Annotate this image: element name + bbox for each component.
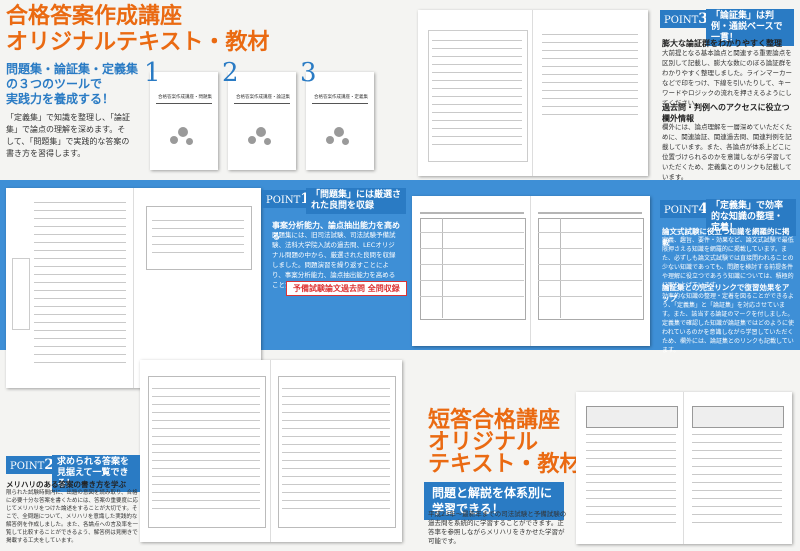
flower-icon [334, 127, 344, 137]
point-2-body: 限られた試験時間内に、出題の意図を読み取り、合格に必要十分な答案を書くためには、… [6, 490, 139, 544]
flower-icon [264, 138, 271, 145]
cover-book-3: 3 合格答案作成講座・定義集 [300, 58, 374, 170]
point-3-body1: 大前提となる基本論点と関連する重要論点を区別して記載し、膨大な数にのぼる論証群を… [662, 49, 792, 107]
cover-title: 合格答案作成講座・論証集 [236, 95, 290, 100]
cover-number: 2 [222, 58, 239, 88]
mondai-spread [6, 188, 261, 388]
tanto-box-line1: 問題と解説を体系別に [432, 486, 553, 500]
cover-title: 合格答案作成講座・問題集 [158, 95, 212, 100]
flower-icon [256, 127, 266, 137]
tanto-title-line3: テキスト・教材 [428, 452, 582, 477]
point-1-red-tag: 予備試験論文過去問 全問収録 [286, 281, 407, 296]
flower-icon [326, 136, 334, 144]
ronsho-spread [418, 10, 648, 176]
point-1-head: 「問題集」には厳選された良問を収録 [306, 188, 406, 214]
kaito-spread [140, 360, 402, 542]
flower-icon [186, 138, 193, 145]
main-title-line2: オリジナルテキスト・教材 [6, 30, 270, 55]
flower-icon [342, 138, 349, 145]
cover-book-1: 1 合格答案作成講座・問題集 [144, 58, 218, 170]
point-2-tag: POINT2 [6, 456, 59, 474]
flower-icon [178, 127, 188, 137]
point-3-lead2: 過去問・判例へのアクセスに役立つ欄外情報 [662, 103, 790, 123]
cover-title: 合格答案作成講座・定義集 [314, 95, 368, 100]
subhead-line1: 問題集・論証集・定義集 [6, 62, 139, 76]
point-4-body2: 効率的な知識の整理・定着を図ることができるよう、「定義集」と「論証集」を対応させ… [662, 293, 795, 354]
tanto-spread [576, 392, 792, 544]
flower-icon [170, 136, 178, 144]
point-3-tag: POINT3 [660, 10, 713, 28]
intro-body: 「定義集」で知識を整理し、「論証集」で論点の理解を深めます。そして、「問題集」で… [6, 113, 130, 158]
cover-book-2: 2 合格答案作成講座・論証集 [222, 58, 296, 170]
tanto-body: 平成23年～最新年までの司法試験と予備試験の過去問を系統的に学習することができま… [428, 510, 567, 545]
point-4-tag: POINT4 [660, 200, 713, 218]
point-3-body2: 欄外には、論点理解を一層深めていただくために、関連論証、関連過去問、関連判例を記… [662, 123, 792, 181]
main-title-line1: 合格答案作成講座 [6, 4, 183, 29]
subhead-line2: の３つのツールで [6, 77, 103, 91]
teigi-spread [412, 196, 650, 346]
subhead-line3: 実践力を養成する！ [6, 92, 115, 106]
cover-number: 3 [300, 58, 317, 88]
cover-number: 1 [144, 58, 161, 88]
flower-icon [248, 136, 256, 144]
